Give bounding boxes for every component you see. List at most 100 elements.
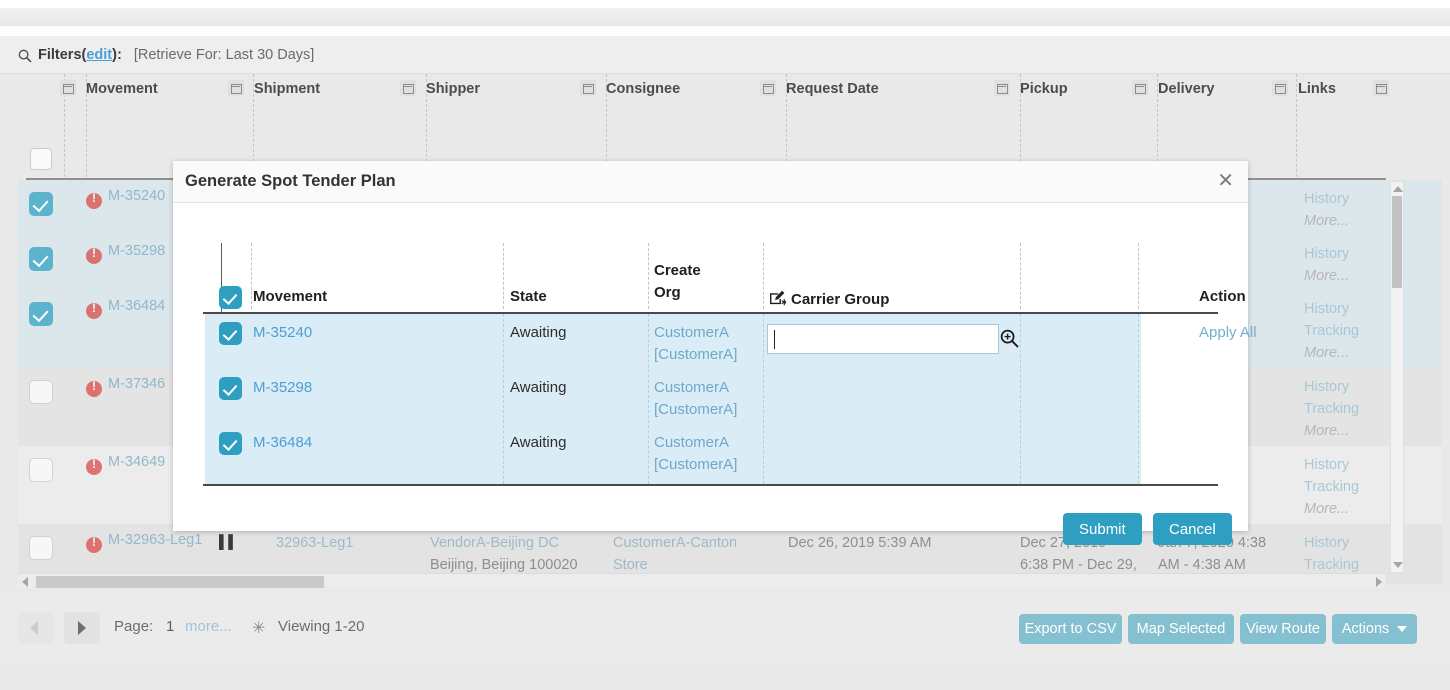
- carrier-group-input[interactable]: [767, 324, 999, 354]
- movement-value[interactable]: M-36484: [253, 432, 312, 454]
- create-org-value: CustomerA[CustomerA]: [654, 322, 737, 366]
- scroll-right-arrow-icon[interactable]: [1376, 577, 1382, 587]
- column-header-request-date[interactable]: Request Date: [786, 81, 879, 97]
- scroll-up-arrow-icon[interactable]: [1393, 186, 1403, 192]
- carrier-group-cell: [767, 324, 999, 354]
- page-number: 1: [166, 618, 174, 635]
- cancel-button[interactable]: Cancel: [1153, 513, 1232, 545]
- alert-icon: [86, 248, 102, 264]
- column-menu-icon[interactable]: [580, 80, 596, 96]
- create-org-value: CustomerA[CustomerA]: [654, 432, 737, 476]
- movement-link[interactable]: M-35240: [108, 188, 165, 204]
- column-header-pickup[interactable]: Pickup: [1020, 81, 1068, 97]
- row-checkbox[interactable]: [29, 247, 53, 271]
- scroll-left-arrow-icon[interactable]: [22, 577, 28, 587]
- filters-edit-link[interactable]: edit: [86, 47, 112, 63]
- alert-icon: [86, 303, 102, 319]
- movement-link[interactable]: M-37346: [108, 376, 165, 392]
- column-header-shipper[interactable]: Shipper: [426, 81, 480, 97]
- dialog-title: Generate Spot Tender Plan: [185, 172, 396, 191]
- page-more-link[interactable]: more...: [185, 618, 232, 635]
- table-bottom-rule: [203, 484, 1218, 486]
- table-row[interactable]: M-36484 Awaiting CustomerA[CustomerA]: [173, 424, 1188, 479]
- select-all-checkbox[interactable]: [30, 148, 52, 170]
- row-checkbox[interactable]: [219, 322, 242, 345]
- dialog-body: Movement State CreateOrg ∗ Carrier Group…: [173, 203, 1248, 531]
- submit-button[interactable]: Submit: [1063, 513, 1142, 545]
- movement-link[interactable]: M-36484: [108, 298, 165, 314]
- column-separator: [1020, 243, 1021, 309]
- dialog-footer: Submit Cancel: [173, 503, 1248, 553]
- browser-chrome-strip-mid: [0, 8, 1450, 26]
- column-menu-icon[interactable]: [60, 80, 76, 96]
- column-menu-icon[interactable]: [994, 80, 1010, 96]
- generate-spot-tender-plan-dialog: Generate Spot Tender Plan ✕ Movement Sta…: [173, 161, 1248, 531]
- app-root: Filters (edit): [Retrieve For: Last 30 D…: [0, 0, 1450, 690]
- column-menu-icon[interactable]: [228, 80, 244, 96]
- column-header-shipment[interactable]: Shipment: [254, 81, 320, 97]
- export-to-csv-button[interactable]: Export to CSV: [1019, 614, 1122, 644]
- actions-dropdown-button[interactable]: Actions: [1332, 614, 1417, 644]
- apply-all-link[interactable]: Apply All: [1199, 322, 1257, 344]
- view-route-label: View Route: [1246, 621, 1320, 637]
- links-cell[interactable]: HistoryTrackingMore...: [1304, 454, 1359, 520]
- column-menu-icon[interactable]: [400, 80, 416, 96]
- scrollbar-thumb[interactable]: [1392, 196, 1402, 288]
- row-checkbox[interactable]: [219, 432, 242, 455]
- next-page-button[interactable]: [64, 612, 100, 644]
- column-separator: [503, 243, 504, 309]
- alert-icon: [86, 193, 102, 209]
- state-value: Awaiting: [510, 322, 566, 344]
- filters-close-paren: ):: [112, 47, 122, 63]
- chevron-right-icon: [78, 621, 86, 635]
- row-checkbox[interactable]: [29, 302, 53, 326]
- filters-label: Filters: [38, 47, 82, 63]
- table-row[interactable]: M-35240 Awaiting CustomerA[CustomerA]: [173, 314, 1188, 369]
- row-checkbox[interactable]: [29, 458, 53, 482]
- movement-link[interactable]: M-35298: [108, 243, 165, 259]
- row-checkbox[interactable]: [29, 380, 53, 404]
- grid-horizontal-scrollbar[interactable]: [18, 573, 1386, 589]
- column-menu-icon[interactable]: [1373, 80, 1389, 96]
- table-row[interactable]: M-35298 Awaiting CustomerA[CustomerA]: [173, 369, 1188, 424]
- map-selected-button[interactable]: Map Selected: [1128, 614, 1234, 644]
- row-checkbox[interactable]: [29, 536, 53, 560]
- column-separator: [1138, 243, 1139, 309]
- links-cell[interactable]: HistoryTrackingMore...: [1304, 298, 1359, 364]
- column-menu-icon[interactable]: [1272, 80, 1288, 96]
- column-separator: [251, 243, 252, 309]
- scrollbar-thumb[interactable]: [36, 576, 324, 588]
- select-all-checkbox[interactable]: [219, 286, 242, 309]
- previous-page-button[interactable]: [18, 612, 54, 644]
- magnifier-zoom-in-icon[interactable]: [1000, 329, 1019, 348]
- column-header-links[interactable]: Links: [1298, 81, 1336, 97]
- actions-label: Actions: [1342, 621, 1390, 637]
- state-value: Awaiting: [510, 432, 566, 454]
- scroll-down-arrow-icon[interactable]: [1393, 562, 1403, 568]
- column-header-consignee[interactable]: Consignee: [606, 81, 680, 97]
- filter-bar: Filters (edit): [Retrieve For: Last 30 D…: [0, 36, 1450, 74]
- loading-spinner-icon: ✳: [252, 618, 269, 635]
- column-header-movement[interactable]: Movement: [86, 81, 158, 97]
- edit-pencil-required-icon: ∗: [769, 290, 786, 306]
- movement-value[interactable]: M-35240: [253, 322, 312, 344]
- column-separator: [648, 243, 649, 309]
- row-checkbox[interactable]: [219, 377, 242, 400]
- movement-value[interactable]: M-35298: [253, 377, 312, 399]
- links-cell[interactable]: HistoryMore...: [1304, 243, 1349, 287]
- links-cell[interactable]: HistoryMore...: [1304, 188, 1349, 232]
- dialog-header: Generate Spot Tender Plan ✕: [173, 161, 1248, 203]
- column-menu-icon[interactable]: [760, 80, 776, 96]
- cancel-label: Cancel: [1169, 521, 1216, 538]
- view-route-button[interactable]: View Route: [1240, 614, 1326, 644]
- links-cell[interactable]: HistoryTracking: [1304, 532, 1359, 576]
- column-menu-icon[interactable]: [1132, 80, 1148, 96]
- row-checkbox[interactable]: [29, 192, 53, 216]
- grid-vertical-scrollbar[interactable]: [1390, 181, 1404, 573]
- close-icon[interactable]: ✕: [1217, 171, 1234, 191]
- create-org-value: CustomerA[CustomerA]: [654, 377, 737, 421]
- grid-header-row: Movement Shipment Shipper Consignee Requ…: [0, 75, 1450, 103]
- movement-link[interactable]: M-34649: [108, 454, 165, 470]
- column-header-delivery[interactable]: Delivery: [1158, 81, 1214, 97]
- links-cell[interactable]: HistoryTrackingMore...: [1304, 376, 1359, 442]
